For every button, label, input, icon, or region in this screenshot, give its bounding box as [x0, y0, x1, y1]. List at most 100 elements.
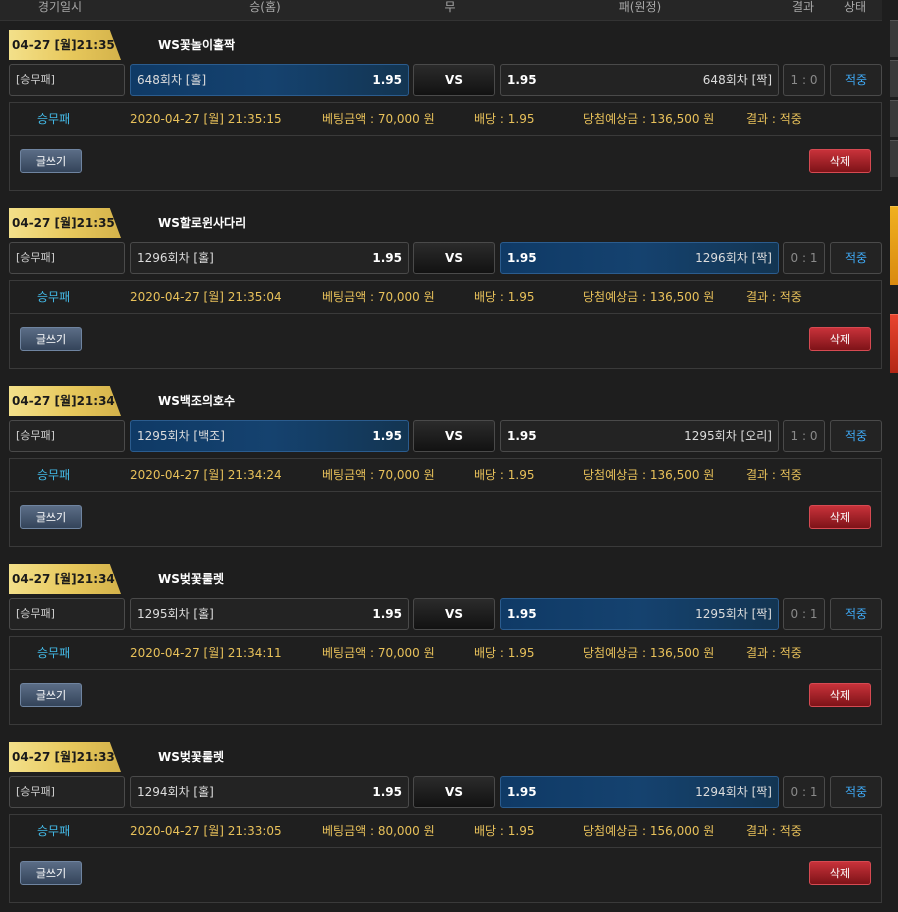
- write-button[interactable]: 글쓰기: [20, 327, 82, 351]
- detail-datetime: 2020-04-27 [월] 21:33:05: [130, 824, 282, 838]
- detail-amount: 베팅금액 : 80,000 원: [322, 824, 435, 838]
- away-odds: 1.95: [507, 429, 537, 443]
- home-team: 648회차 [홀]: [137, 73, 207, 87]
- detail-datetime: 2020-04-27 [월] 21:34:11: [130, 646, 282, 660]
- detail-amount: 베팅금액 : 70,000 원: [322, 468, 435, 482]
- home-odds: 1.95: [372, 251, 402, 265]
- side-tab[interactable]: [890, 20, 898, 57]
- vs-draw[interactable]: VS: [413, 242, 495, 274]
- detail-result: 결과 : 적중: [746, 824, 802, 838]
- away-pick[interactable]: 1.95 648회차 [짝]: [500, 64, 779, 96]
- header-win-home: 승(홈): [249, 0, 281, 14]
- vs-draw[interactable]: VS: [413, 64, 495, 96]
- away-pick[interactable]: 1.95 1295회차 [오리]: [500, 420, 779, 452]
- status: 적중: [830, 776, 882, 808]
- side-tab[interactable]: [890, 140, 898, 177]
- write-button[interactable]: 글쓰기: [20, 505, 82, 529]
- home-odds: 1.95: [372, 73, 402, 87]
- home-pick[interactable]: 1295회차 [백조] 1.95: [130, 420, 409, 452]
- side-tab[interactable]: [890, 60, 898, 97]
- detail-line: 승무패 2020-04-27 [월] 21:35:04 베팅금액 : 70,000 …: [10, 281, 881, 314]
- away-pick[interactable]: 1.95 1295회차 [짝]: [500, 598, 779, 630]
- header-draw: 무: [444, 0, 456, 14]
- detail-line: 승무패 2020-04-27 [월] 21:33:05 베팅금액 : 80,000 …: [10, 815, 881, 848]
- bet-type: [승무패]: [9, 242, 125, 274]
- game-title: WS벚꽃룰렛: [158, 750, 225, 764]
- home-odds: 1.95: [372, 607, 402, 621]
- bet-row: [승무패] 1295회차 [백조] 1.95 VS 1.95 1295회차 [오리] 1 :…: [9, 420, 882, 454]
- score: 1 : 0: [783, 64, 825, 96]
- status: 적중: [830, 598, 882, 630]
- write-button[interactable]: 글쓰기: [20, 683, 82, 707]
- detail-type: 승무패: [37, 112, 71, 126]
- away-odds: 1.95: [507, 251, 537, 265]
- away-team: 1295회차 [짝]: [695, 607, 772, 621]
- bet-detail: 승무패 2020-04-27 [월] 21:35:04 베팅금액 : 70,000 …: [9, 280, 882, 369]
- home-pick[interactable]: 1294회차 [홀] 1.95: [130, 776, 409, 808]
- side-tab[interactable]: [890, 100, 898, 137]
- away-team: 1295회차 [오리]: [684, 429, 772, 443]
- header-match-datetime: 경기일시: [37, 0, 83, 14]
- away-pick[interactable]: 1.95 1296회차 [짝]: [500, 242, 779, 274]
- score: 0 : 1: [783, 598, 825, 630]
- detail-result: 결과 : 적중: [746, 112, 802, 126]
- detail-line: 승무패 2020-04-27 [월] 21:34:24 베팅금액 : 70,000 …: [10, 459, 881, 492]
- status: 적중: [830, 242, 882, 274]
- side-banner[interactable]: [890, 206, 898, 285]
- delete-button[interactable]: 삭제: [809, 327, 871, 351]
- detail-type: 승무패: [37, 290, 71, 304]
- detail-result: 결과 : 적중: [746, 290, 802, 304]
- header-lose-away: 패(원정): [618, 0, 662, 14]
- date-badge: 04-27 [월]21:34: [9, 386, 121, 416]
- bet-row: [승무패] 648회차 [홀] 1.95 VS 1.95 648회차 [짝] 1 : 0 적중: [9, 64, 882, 98]
- bet-row: [승무패] 1294회차 [홀] 1.95 VS 1.95 1294회차 [짝] 0 : 1…: [9, 776, 882, 810]
- home-pick[interactable]: 1296회차 [홀] 1.95: [130, 242, 409, 274]
- date-badge: 04-27 [월]21:35: [9, 208, 121, 238]
- vs-draw[interactable]: VS: [413, 420, 495, 452]
- detail-expected: 당첨예상금 : 136,500 원: [583, 646, 715, 660]
- detail-result: 결과 : 적중: [746, 646, 802, 660]
- home-odds: 1.95: [372, 785, 402, 799]
- away-team: 1296회차 [짝]: [695, 251, 772, 265]
- game-title: WS할로윈사다리: [158, 216, 247, 230]
- detail-expected: 당첨예상금 : 136,500 원: [583, 290, 715, 304]
- detail-expected: 당첨예상금 : 156,000 원: [583, 824, 715, 838]
- delete-button[interactable]: 삭제: [809, 861, 871, 885]
- bet-type: [승무패]: [9, 598, 125, 630]
- date-badge: 04-27 [월]21:33: [9, 742, 121, 772]
- header-result: 결과: [791, 0, 815, 14]
- detail-type: 승무패: [37, 468, 71, 482]
- game-title: WS벚꽃룰렛: [158, 572, 225, 586]
- home-pick[interactable]: 648회차 [홀] 1.95: [130, 64, 409, 96]
- bet-block: 04-27 [월]21:34 WS벚꽃룰렛 [승무패] 1295회차 [홀] 1.95 V…: [0, 556, 882, 734]
- status: 적중: [830, 420, 882, 452]
- bet-row: [승무패] 1295회차 [홀] 1.95 VS 1.95 1295회차 [짝] 0 : 1…: [9, 598, 882, 632]
- game-title: WS꽃놀이홀짝: [158, 38, 236, 52]
- home-pick[interactable]: 1295회차 [홀] 1.95: [130, 598, 409, 630]
- delete-button[interactable]: 삭제: [809, 505, 871, 529]
- detail-line: 승무패 2020-04-27 [월] 21:34:11 베팅금액 : 70,000 …: [10, 637, 881, 670]
- detail-amount: 베팅금액 : 70,000 원: [322, 646, 435, 660]
- detail-datetime: 2020-04-27 [월] 21:35:04: [130, 290, 282, 304]
- game-title: WS백조의호수: [158, 394, 236, 408]
- status: 적중: [830, 64, 882, 96]
- away-pick[interactable]: 1.95 1294회차 [짝]: [500, 776, 779, 808]
- side-banner[interactable]: [890, 314, 898, 373]
- away-odds: 1.95: [507, 73, 537, 87]
- detail-result: 결과 : 적중: [746, 468, 802, 482]
- detail-amount: 베팅금액 : 70,000 원: [322, 112, 435, 126]
- side-tabs: [890, 20, 898, 380]
- delete-button[interactable]: 삭제: [809, 683, 871, 707]
- write-button[interactable]: 글쓰기: [20, 149, 82, 173]
- detail-datetime: 2020-04-27 [월] 21:35:15: [130, 112, 282, 126]
- vs-draw[interactable]: VS: [413, 776, 495, 808]
- score: 0 : 1: [783, 242, 825, 274]
- bet-type: [승무패]: [9, 776, 125, 808]
- date-badge: 04-27 [월]21:35: [9, 30, 121, 60]
- vs-draw[interactable]: VS: [413, 598, 495, 630]
- home-odds: 1.95: [372, 429, 402, 443]
- write-button[interactable]: 글쓰기: [20, 861, 82, 885]
- detail-type: 승무패: [37, 824, 71, 838]
- bet-block: 04-27 [월]21:33 WS벚꽃룰렛 [승무패] 1294회차 [홀] 1.95 V…: [0, 734, 882, 912]
- delete-button[interactable]: 삭제: [809, 149, 871, 173]
